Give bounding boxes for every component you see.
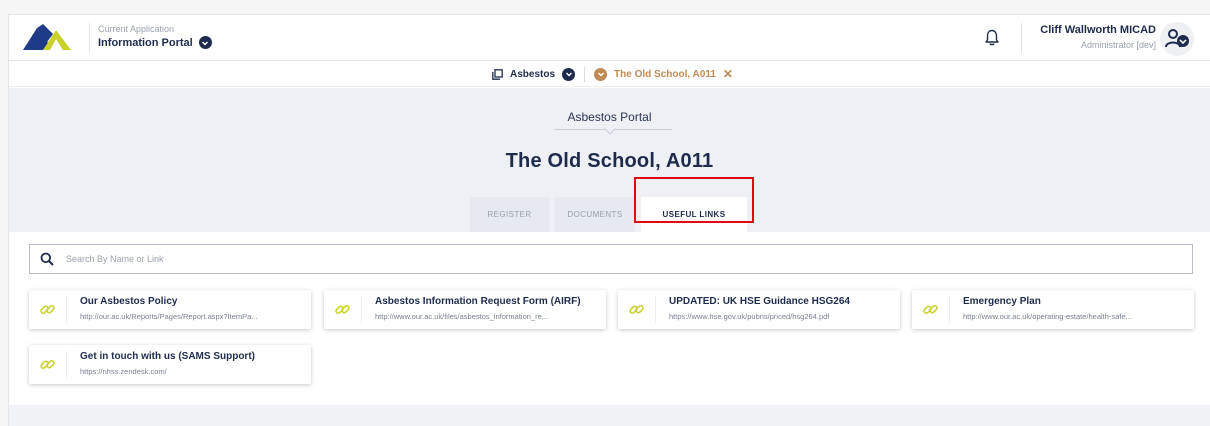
link-title[interactable]: Emergency Plan [963, 296, 1041, 307]
link-icon [335, 304, 350, 315]
app-name: Information Portal [98, 36, 193, 49]
app-caption: Current Application [98, 24, 175, 34]
chevron-down-icon[interactable] [198, 36, 212, 49]
link-card[interactable]: Get in touch with us (SAMS Support) http… [29, 345, 311, 384]
link-url[interactable]: https://www.hse.gov.uk/pubns/priced/hsg2… [669, 312, 891, 321]
portal-banner: Asbestos Portal The Old School, A011 REG… [9, 88, 1210, 232]
close-icon[interactable]: ✕ [723, 68, 733, 80]
context-bar: Asbestos The Old School, A011 ✕ [9, 62, 1210, 87]
portal-notch [604, 123, 616, 135]
link-card[interactable]: Our Asbestos Policy http://our.ac.uk/Rep… [29, 290, 311, 329]
tab-register[interactable]: REGISTER [470, 197, 549, 232]
footer-band [9, 405, 1210, 426]
card-divider [66, 296, 67, 323]
search-input[interactable] [66, 254, 1166, 264]
tab-documents[interactable]: DOCUMENTS [555, 197, 635, 232]
context-divider [584, 66, 586, 82]
link-title[interactable]: Our Asbestos Policy [80, 296, 177, 307]
link-icon [629, 304, 644, 315]
link-url[interactable]: http://www.our.ac.uk/operating-estate/he… [963, 312, 1185, 321]
app-header: Current Application Information Portal C… [9, 15, 1210, 61]
header-divider [1021, 23, 1022, 53]
card-divider [949, 296, 950, 323]
link-card[interactable]: Asbestos Information Request Form (AIRF)… [324, 290, 606, 329]
user-name[interactable]: Cliff Wallworth MICAD [1040, 24, 1156, 36]
card-divider [361, 296, 362, 323]
user-avatar-icon[interactable] [1160, 22, 1194, 56]
search-box [29, 244, 1193, 274]
location-selector[interactable]: The Old School, A011 [614, 69, 716, 80]
header-divider [89, 23, 90, 53]
search-icon [40, 252, 54, 266]
chevron-down-icon[interactable] [562, 67, 576, 81]
card-divider [655, 296, 656, 323]
app-switcher[interactable]: Information Portal [98, 36, 212, 49]
link-title[interactable]: UPDATED: UK HSE Guidance HSG264 [669, 296, 850, 307]
brand-mountain-logo[interactable] [23, 24, 73, 52]
user-role: Administrator [dev] [1080, 40, 1156, 50]
link-icon [40, 359, 55, 370]
chevron-down-icon[interactable] [594, 67, 608, 81]
link-icon [40, 304, 55, 315]
page-title: The Old School, A011 [505, 150, 714, 172]
link-url[interactable]: http://www.our.ac.uk/files/asbestos_info… [375, 312, 597, 321]
link-title[interactable]: Asbestos Information Request Form (AIRF) [375, 296, 581, 307]
useful-links-list: Our Asbestos Policy http://our.ac.uk/Rep… [29, 290, 1199, 390]
module-selector[interactable]: Asbestos [510, 69, 555, 80]
link-card[interactable]: UPDATED: UK HSE Guidance HSG264 https://… [618, 290, 900, 329]
app-frame: Current Application Information Portal C… [8, 14, 1210, 426]
link-card[interactable]: Emergency Plan http://www.our.ac.uk/oper… [912, 290, 1194, 329]
copy-icon [492, 68, 503, 80]
link-icon [923, 304, 938, 315]
bell-icon[interactable] [985, 29, 999, 46]
link-title[interactable]: Get in touch with us (SAMS Support) [80, 351, 255, 362]
card-divider [66, 351, 67, 378]
annotation-highlight-box [634, 177, 754, 223]
link-url[interactable]: http://our.ac.uk/Reports/Pages/Report.as… [80, 312, 302, 321]
link-url[interactable]: https://nhss.zendesk.com/ [80, 367, 302, 376]
